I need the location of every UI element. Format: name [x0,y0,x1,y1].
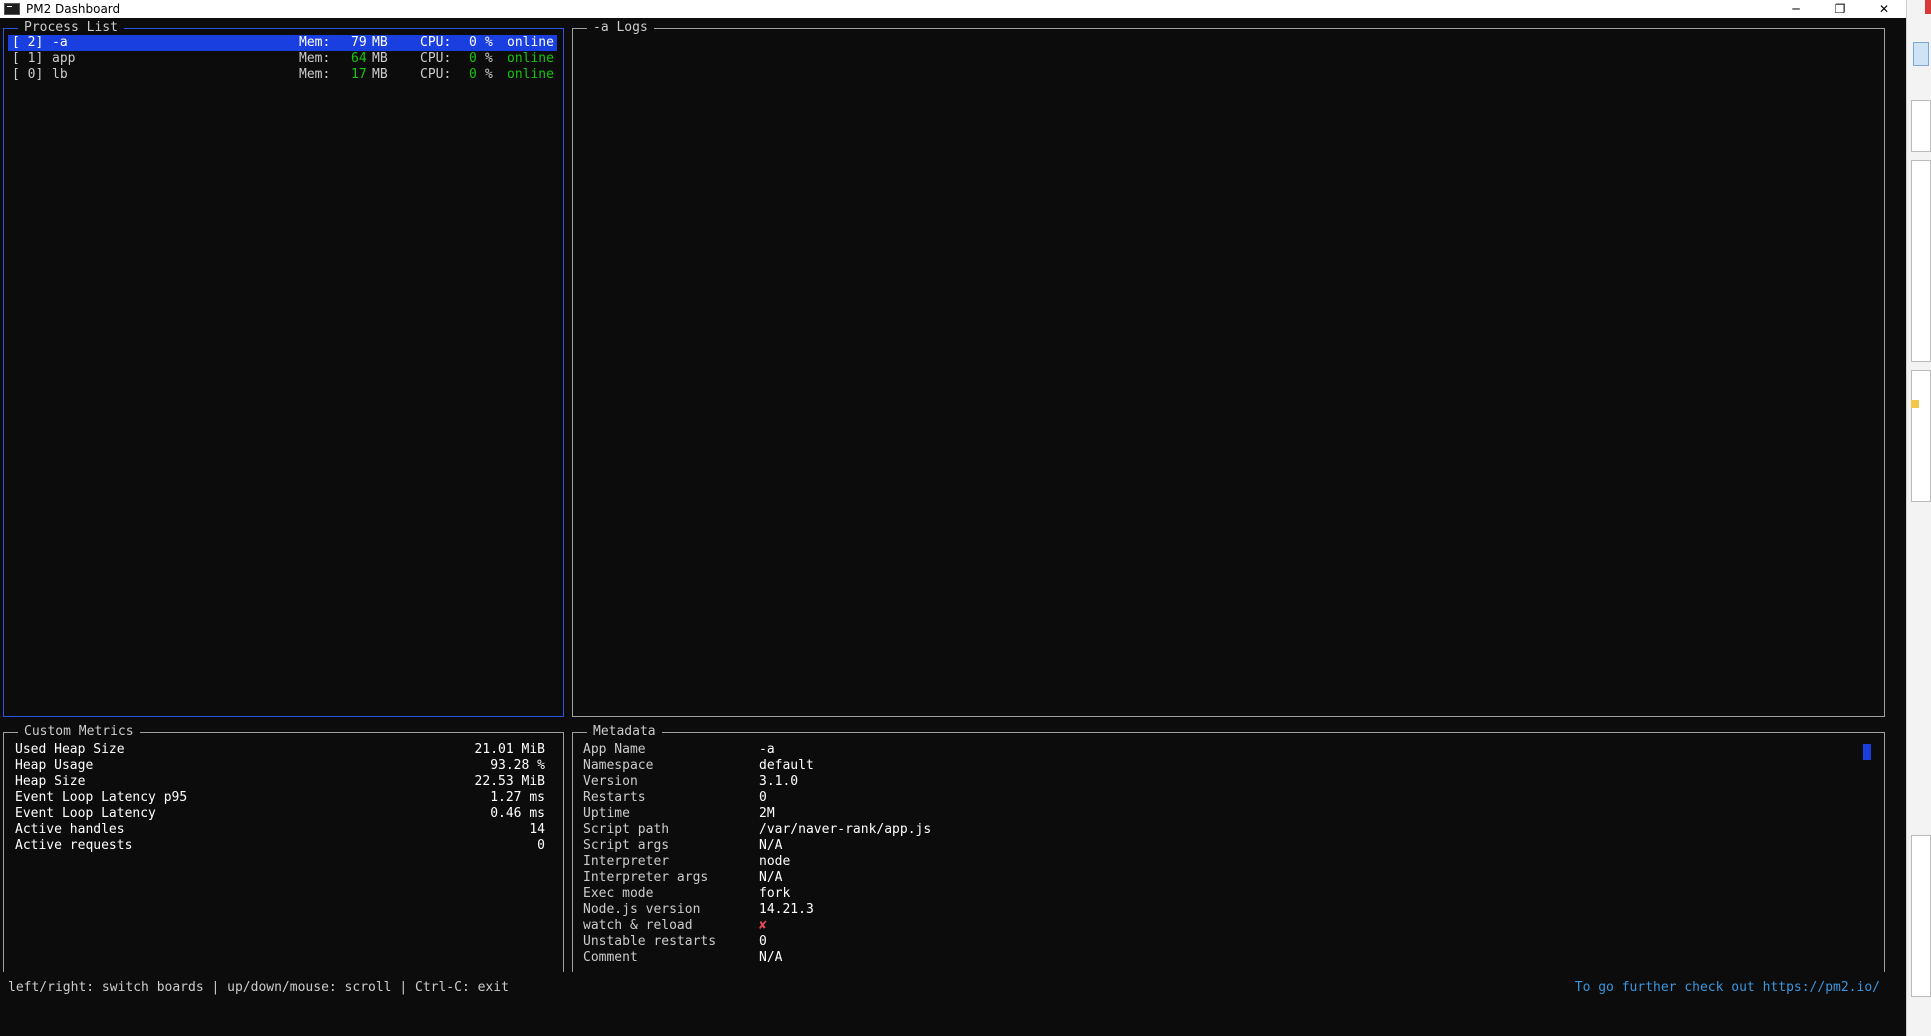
metadata-value: 3.1.0 [759,774,799,789]
process-cpu-value: 0 [469,51,477,66]
metadata-key: Comment [583,950,638,965]
process-status: online [507,67,554,82]
process-row[interactable]: [ 0] lb Mem: 17 MB CPU: 0% online [8,67,557,83]
metadata-value: /var/naver-rank/app.js [759,822,932,837]
process-mem-value: 17 [351,67,367,82]
close-button[interactable]: ✕ [1862,0,1906,18]
metric-name: Used Heap Size [15,742,125,757]
metadata-value: N/A [759,838,783,853]
terminal-window: PM2 Dashboard ─ ❐ ✕ Process List [ 2] -a M… [0,0,1906,1036]
metadata-key: Exec mode [583,886,654,901]
metric-name: Event Loop Latency p95 [15,790,188,805]
background-window-edge [1906,0,1931,1036]
metadata-value: fork [759,886,791,901]
process-name: lb [52,67,68,82]
title-bar[interactable]: PM2 Dashboard ─ ❐ ✕ [0,0,1906,18]
process-cpu-label: CPU: [420,67,452,82]
window-title: PM2 Dashboard [26,2,121,16]
process-id: [ 0] [12,67,44,82]
process-status: online [507,35,554,50]
process-mem-label: Mem: [299,67,331,82]
metadata-value: 0 [759,790,767,805]
metadata-key: Restarts [583,790,646,805]
metric-value: 22.53 MiB [474,774,545,789]
process-name: app [52,51,76,66]
process-row[interactable]: [ 2] -a Mem: 79 MB CPU: 0% online [8,35,557,51]
metric-name: Active requests [15,838,133,853]
metadata-title: Metadata [587,724,662,740]
process-cpu-unit: % [485,51,493,66]
metadata-key: Interpreter [583,854,670,869]
custom-metrics-panel[interactable]: Custom Metrics Used Heap Size 21.01 MiB He… [3,724,564,972]
metric-row: Used Heap Size 21.01 MiB [15,742,545,758]
logs-panel[interactable]: -a Logs [572,20,1885,717]
process-mem-label: Mem: [299,35,331,50]
process-list-panel[interactable]: Process List [ 2] -a Mem: 79 MB CPU: 0% online[… [3,20,564,717]
metric-value: 0 [537,838,545,853]
logs-title: -a Logs [587,20,654,36]
metric-name: Heap Usage [15,758,94,773]
metadata-value: N/A [759,950,783,965]
pm2-link[interactable]: To go further check out https://pm2.io/ [1575,980,1880,996]
process-cpu-label: CPU: [420,35,452,50]
metric-value: 1.27 ms [490,790,545,805]
process-id: [ 1] [12,51,44,66]
process-row[interactable]: [ 1] app Mem: 64 MB CPU: 0% online [8,51,557,67]
process-mem-value: 64 [351,51,367,66]
metric-row: Heap Size 22.53 MiB [15,774,545,790]
metadata-key: Node.js version [583,902,701,917]
custom-metrics-title: Custom Metrics [18,724,140,740]
metadata-key: Namespace [583,758,654,773]
keyboard-help: left/right: switch boards | up/down/mous… [8,980,509,995]
window-controls: ─ ❐ ✕ [1774,0,1906,18]
process-cpu-value: 0 [469,67,477,82]
restore-button[interactable]: ❐ [1818,0,1862,18]
metric-name: Heap Size [15,774,86,789]
metadata-value: default [759,758,814,773]
metadata-key: Interpreter args [583,870,709,885]
metric-row: Event Loop Latency p95 1.27 ms [15,790,545,806]
process-mem-label: Mem: [299,51,331,66]
metadata-key: Script path [583,822,670,837]
metric-value: 14 [529,822,545,837]
minimize-button[interactable]: ─ [1774,0,1818,18]
metadata-key: Script args [583,838,670,853]
metadata-key: Version [583,774,638,789]
process-cpu-value: 0 [469,35,477,50]
metadata-key: Uptime [583,806,630,821]
metric-row: Heap Usage 93.28 % [15,758,545,774]
metric-value: 0.46 ms [490,806,545,821]
process-mem-unit: MB [372,35,388,50]
metadata-key: Unstable restarts [583,934,717,949]
metadata-value: 0 [759,934,767,949]
metric-name: Event Loop Latency [15,806,156,821]
metadata-value: 14.21.3 [759,902,814,917]
metric-row: Event Loop Latency 0.46 ms [15,806,545,822]
process-mem-unit: MB [372,67,388,82]
metadata-value: N/A [759,870,783,885]
process-cpu-unit: % [485,67,493,82]
metadata-key: watch & reload [583,918,693,933]
metadata-scrollbar-thumb[interactable] [1863,744,1871,760]
metric-row: Active handles 14 [15,822,545,838]
process-status: online [507,51,554,66]
process-mem-value: 79 [351,35,367,50]
process-mem-unit: MB [372,51,388,66]
metadata-key: App Name [583,742,646,757]
metadata-value: ✘ [759,918,767,933]
process-cpu-unit: % [485,35,493,50]
metric-name: Active handles [15,822,125,837]
metadata-value: node [759,854,791,869]
process-cpu-label: CPU: [420,51,452,66]
process-name: -a [52,35,68,50]
metric-value: 93.28 % [490,758,545,773]
metric-value: 21.01 MiB [474,742,545,757]
metric-row: Active requests 0 [15,838,545,854]
terminal-icon [4,3,20,15]
process-id: [ 2] [12,35,44,50]
process-list-title: Process List [18,20,124,36]
metadata-value: -a [759,742,775,757]
metadata-panel[interactable]: Metadata App Name -a Namespace default Versi… [572,724,1885,972]
metadata-value: 2M [759,806,775,821]
